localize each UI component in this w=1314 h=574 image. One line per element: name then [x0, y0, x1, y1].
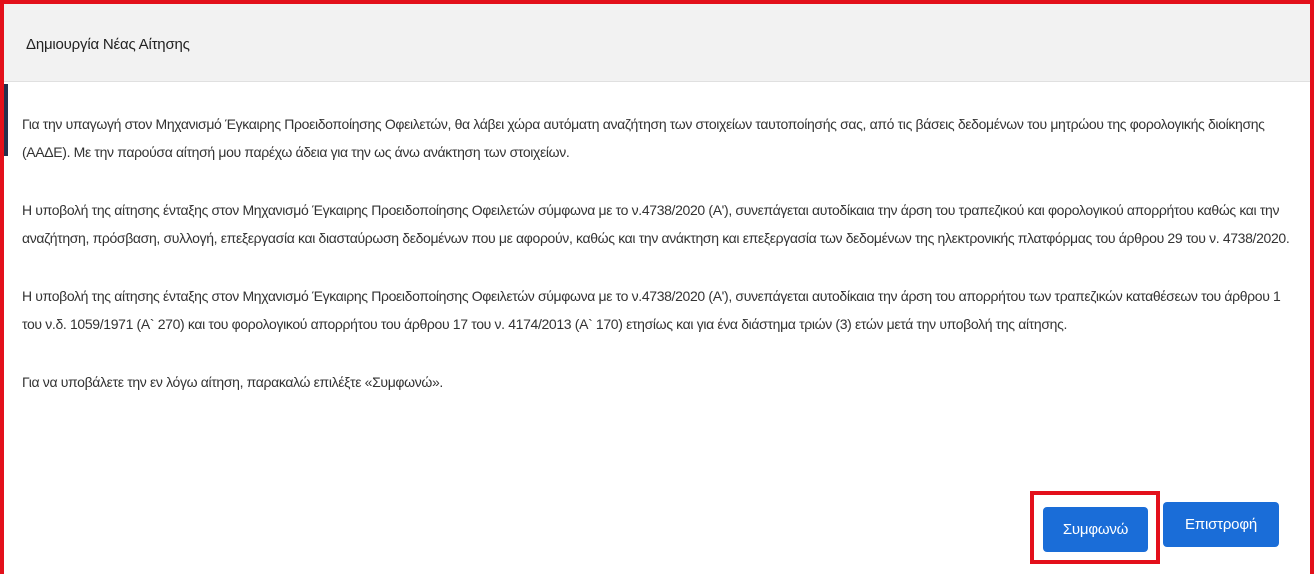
paragraph-deposit-secrecy: Η υποβολή της αίτησης ένταξης στον Μηχαν… — [22, 288, 1281, 332]
agree-button[interactable]: Συμφωνώ — [1043, 507, 1148, 552]
background-edge — [4, 84, 8, 156]
paragraph-instruction: Για να υποβάλετε την εν λόγω αίτηση, παρ… — [22, 374, 443, 390]
modal-header: Δημιουργία Νέας Αίτησης — [4, 4, 1310, 82]
modal-body: Για την υπαγωγή στον Μηχανισμό Έγκαιρης … — [22, 110, 1292, 396]
modal-title: Δημιουργία Νέας Αίτησης — [26, 36, 190, 53]
modal-dialog: Δημιουργία Νέας Αίτησης Για την υπαγωγή … — [0, 0, 1314, 574]
paragraph-data-retrieval: Για την υπαγωγή στον Μηχανισμό Έγκαιρης … — [22, 116, 1265, 160]
back-button[interactable]: Επιστροφή — [1163, 502, 1279, 547]
paragraph-secrecy-waiver: Η υποβολή της αίτησης ένταξης στον Μηχαν… — [22, 202, 1290, 246]
